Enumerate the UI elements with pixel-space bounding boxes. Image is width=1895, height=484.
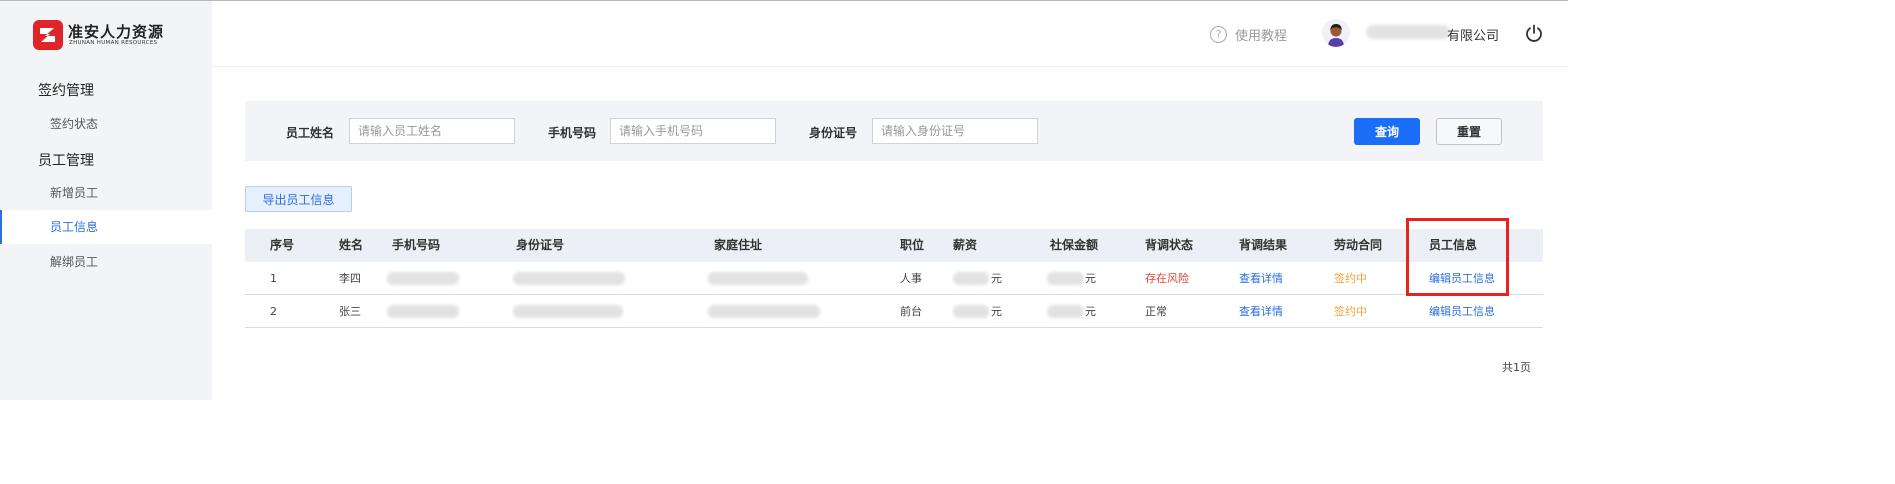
search-panel: 员工姓名 手机号码 身份证号 查询 重置 — [245, 101, 1543, 161]
cell-salary-unit: 元 — [991, 305, 1002, 318]
reset-button[interactable]: 重置 — [1436, 118, 1502, 145]
cell-salary-unit: 元 — [991, 272, 1002, 285]
cell-id-redacted — [513, 272, 625, 285]
cell-check-status: 正常 — [1145, 305, 1167, 318]
cell-contract-status: 签约中 — [1334, 272, 1367, 285]
col-contract: 劳动合同 — [1334, 238, 1383, 252]
cell-phone-redacted — [387, 272, 459, 285]
brand-name-en: ZHUNAN HUMAN RESOURCES — [69, 40, 158, 46]
table-row: 2 张三 前台 元 元 正常 查看详情 签约中 编辑员工信息 — [245, 295, 1543, 328]
sidebar-item-add-employee[interactable]: 新增员工 — [0, 176, 212, 210]
edit-employee-link[interactable]: 编辑员工信息 — [1429, 295, 1495, 328]
col-position: 职位 — [900, 238, 925, 252]
col-address: 家庭住址 — [714, 238, 763, 252]
question-circle-icon: ? — [1210, 25, 1227, 43]
cell-social-redacted — [1047, 272, 1084, 285]
id-number-label: 身份证号 — [809, 126, 858, 140]
cell-address-redacted — [708, 272, 808, 285]
col-salary: 薪资 — [953, 238, 978, 252]
col-id-number: 身份证号 — [516, 238, 565, 252]
view-detail-link[interactable]: 查看详情 — [1239, 295, 1283, 328]
cell-name: 李四 — [339, 272, 361, 285]
cell-address-redacted — [708, 305, 820, 318]
col-index: 序号 — [270, 238, 295, 252]
cell-social-redacted — [1047, 305, 1084, 318]
cell-index: 1 — [270, 272, 277, 285]
power-icon[interactable] — [1524, 23, 1544, 43]
pagination-total: 共1页 — [1502, 361, 1531, 374]
col-check-result: 背调结果 — [1239, 238, 1288, 252]
menu-group-employee[interactable]: 员工管理 — [38, 150, 94, 170]
sidebar: 准安人力资源 ZHUNAN HUMAN RESOURCES 签约管理 签约状态 … — [0, 1, 212, 400]
col-social-insurance: 社保金额 — [1050, 238, 1099, 252]
employee-name-label: 员工姓名 — [286, 126, 335, 140]
cell-index: 2 — [270, 305, 277, 318]
phone-label: 手机号码 — [548, 126, 597, 140]
cell-position: 人事 — [900, 272, 922, 285]
export-employee-button[interactable]: 导出员工信息 — [245, 186, 352, 212]
col-check-status: 背调状态 — [1145, 238, 1194, 252]
sidebar-item-employee-info[interactable]: 员工信息 — [0, 210, 212, 244]
brand-name-cn: 准安人力资源 — [68, 23, 165, 41]
header: ? 使用教程 有限公司 — [212, 1, 1568, 67]
help-tutorial-link[interactable]: ? 使用教程 — [1210, 23, 1287, 45]
cell-contract-status: 签约中 — [1334, 305, 1367, 318]
avatar[interactable] — [1322, 19, 1350, 47]
query-button[interactable]: 查询 — [1354, 118, 1420, 145]
cell-id-redacted — [513, 305, 623, 318]
cell-social-unit: 元 — [1085, 272, 1096, 285]
col-name: 姓名 — [339, 238, 364, 252]
cell-check-status: 存在风险 — [1145, 272, 1189, 285]
brand-logo-icon — [33, 20, 63, 50]
brand-logo[interactable]: 准安人力资源 ZHUNAN HUMAN RESOURCES — [33, 20, 193, 50]
sidebar-item-sign-status[interactable]: 签约状态 — [0, 107, 212, 141]
cell-phone-redacted — [387, 305, 459, 318]
col-employee-info: 员工信息 — [1429, 238, 1478, 252]
cell-position: 前台 — [900, 305, 922, 318]
cell-social-unit: 元 — [1085, 305, 1096, 318]
employee-name-input[interactable] — [349, 118, 515, 144]
menu-group-signing[interactable]: 签约管理 — [38, 80, 94, 100]
cell-salary-redacted — [953, 272, 989, 285]
col-phone: 手机号码 — [392, 238, 441, 252]
edit-employee-link[interactable]: 编辑员工信息 — [1429, 262, 1495, 295]
table-header: 序号 姓名 手机号码 身份证号 家庭住址 职位 薪资 社保金额 背调状态 背调结… — [245, 229, 1543, 262]
cell-salary-redacted — [953, 305, 989, 318]
phone-input[interactable] — [610, 118, 776, 144]
company-name-redacted — [1366, 25, 1450, 39]
employee-table: 序号 姓名 手机号码 身份证号 家庭住址 职位 薪资 社保金额 背调状态 背调结… — [245, 229, 1543, 328]
cell-name: 张三 — [339, 305, 361, 318]
id-number-input[interactable] — [872, 118, 1038, 144]
view-detail-link[interactable]: 查看详情 — [1239, 262, 1283, 295]
table-row: 1 李四 人事 元 元 存在风险 查看详情 签约中 编辑员工信息 — [245, 262, 1543, 295]
sidebar-item-unbind-employee[interactable]: 解绑员工 — [0, 245, 212, 279]
company-name: 有限公司 — [1447, 29, 1500, 44]
help-label: 使用教程 — [1235, 28, 1288, 44]
